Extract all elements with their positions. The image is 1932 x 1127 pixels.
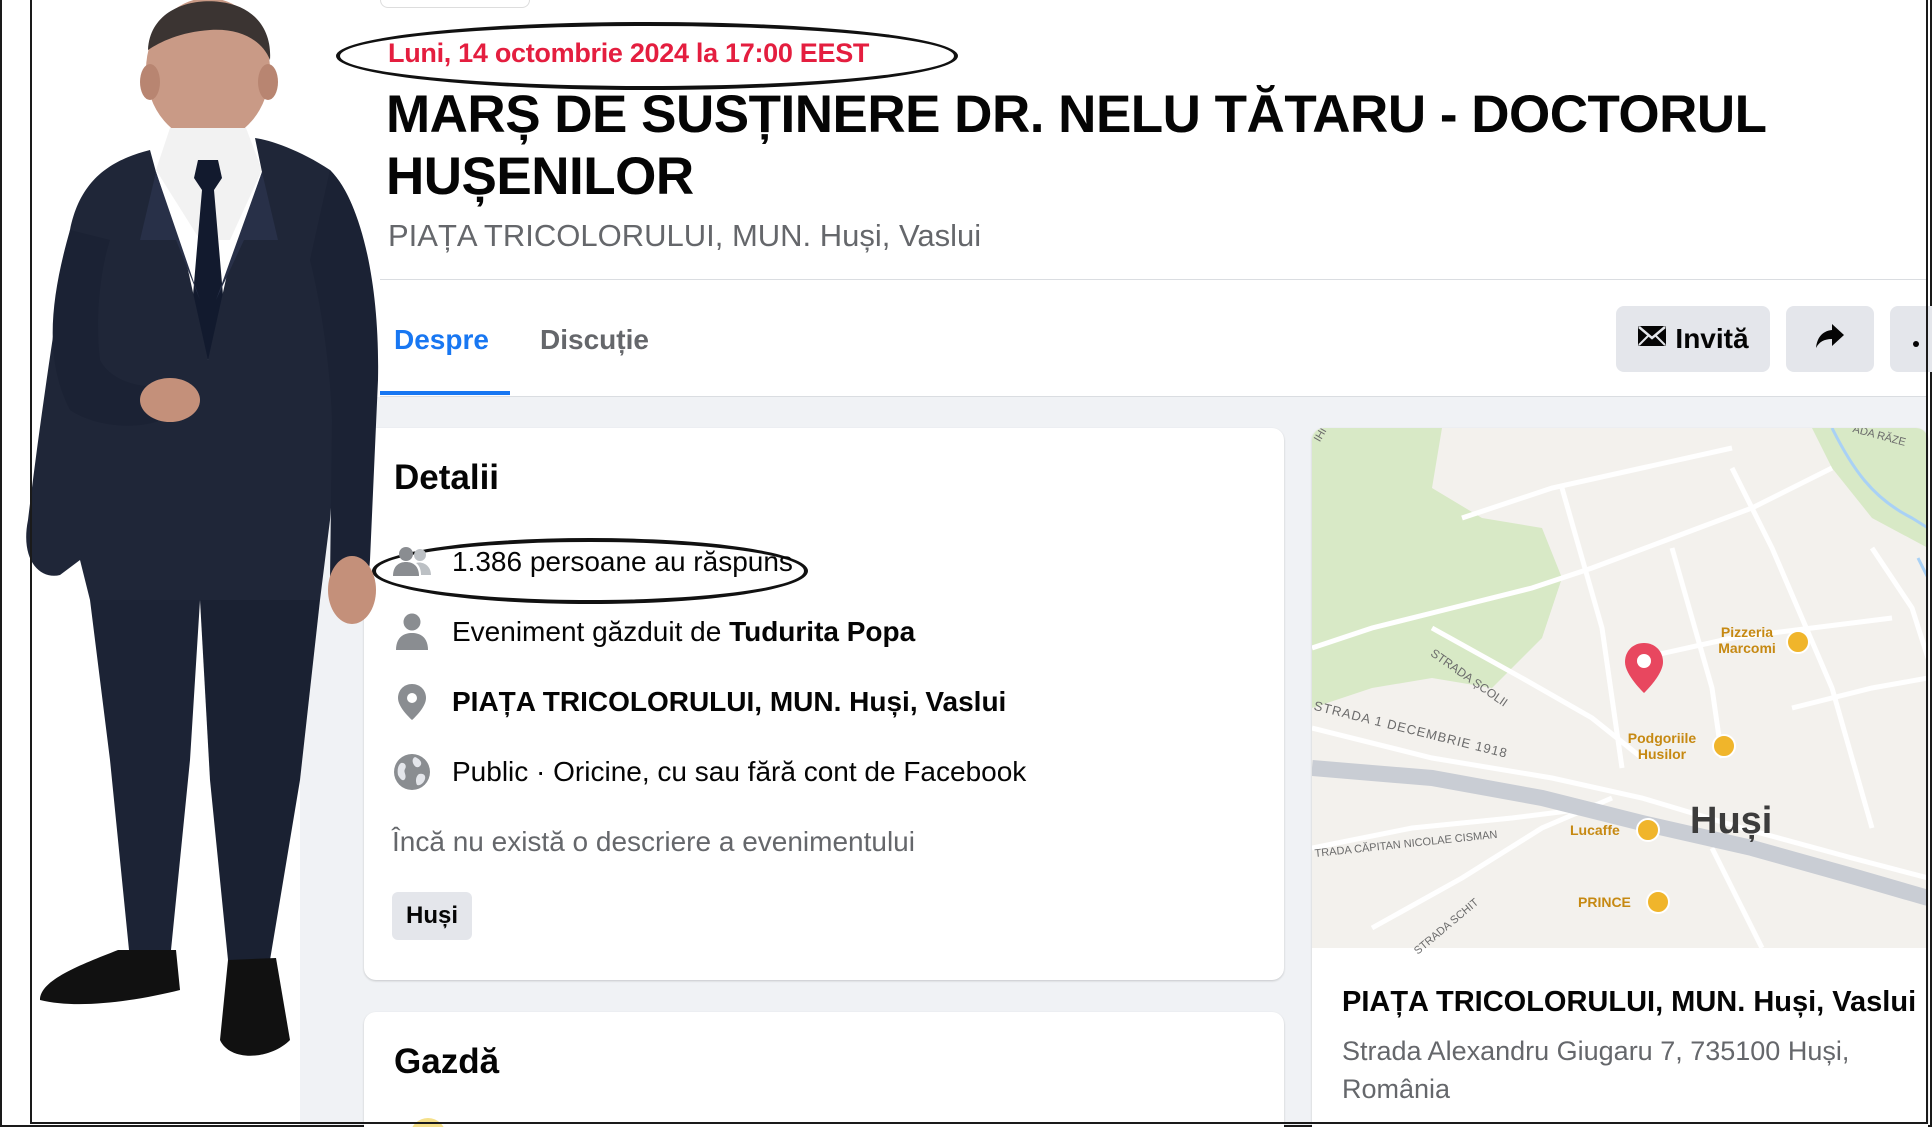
poi-label[interactable]: PRINCE	[1578, 894, 1631, 910]
map-pin-icon[interactable]	[1624, 642, 1664, 699]
privacy-row: Public · Oricine, cu sau fără cont de Fa…	[392, 752, 1026, 792]
share-button[interactable]	[1786, 306, 1874, 372]
responses-text: 1.386 persoane au răspuns	[452, 546, 793, 577]
person-photo	[0, 0, 400, 1085]
location-text: PIAȚA TRICOLORULUI, MUN. Huși, Vaslui	[452, 686, 1007, 717]
host-name-link[interactable]: Tudurita Popa	[729, 616, 915, 647]
privacy-text: Public · Oricine, cu sau fără cont de Fa…	[452, 756, 1027, 787]
map-location-address: Strada Alexandru Giugaru 7, 735100 Huși,…	[1342, 1036, 1850, 1104]
map-city-label: Huși	[1690, 800, 1773, 842]
invite-label: Invită	[1675, 323, 1749, 354]
more-options-button[interactable]	[1890, 306, 1932, 372]
event-location-subtitle[interactable]: PIAȚA TRICOLORULUI, MUN. Huși, Vaslui	[388, 218, 981, 254]
poi-label[interactable]: Lucaffe	[1570, 822, 1620, 838]
poi-label[interactable]: Pizzeria Marcomi	[1712, 624, 1782, 656]
host-prefix: Eveniment găzduit de	[452, 616, 730, 647]
restaurant-poi-icon[interactable]	[1712, 734, 1736, 758]
details-heading: Detalii	[394, 458, 500, 497]
details-card: Detalii 1.386 persoane au răspuns Evenim…	[364, 428, 1284, 980]
host-heading: Gazdă	[394, 1042, 500, 1081]
tag-husi[interactable]: Huși	[392, 892, 473, 940]
event-title: MARȘ DE SUSȚINERE DR. NELU TĂTARU - DOCT…	[386, 85, 1766, 206]
map-location-title[interactable]: PIAȚA TRICOLORULUI, MUN. Huși, Vaslui	[1342, 986, 1916, 1019]
location-row[interactable]: PIAȚA TRICOLORULUI, MUN. Huși, Vaslui	[392, 682, 1006, 722]
host-card: Gazdă	[364, 1012, 1284, 1127]
header-divider	[380, 279, 1928, 280]
tab-despre[interactable]: Despre	[394, 324, 489, 356]
host-avatar	[410, 1118, 446, 1127]
tab-discutie[interactable]: Discuție	[540, 324, 649, 356]
envelope-icon	[1637, 323, 1667, 355]
restaurant-poi-icon[interactable]	[1786, 630, 1810, 654]
map-view[interactable]: IHITESCU ADA RĂZE STRADA ȘCOLII STRADA 1…	[1312, 428, 1928, 957]
date-highlight-ellipse	[336, 22, 958, 90]
host-row: Eveniment găzduit de Tudurita Popa	[392, 612, 915, 652]
no-description-text: Încă nu există o descriere a evenimentul…	[392, 826, 915, 857]
cafe-poi-icon[interactable]	[1646, 890, 1670, 914]
invite-button[interactable]: Invită	[1616, 306, 1770, 372]
cafe-poi-icon[interactable]	[1636, 818, 1660, 842]
more-dots-icon	[1912, 323, 1922, 355]
poi-label[interactable]: Podgoriile Husilor	[1620, 730, 1704, 762]
responses-row[interactable]: 1.386 persoane au răspuns	[392, 542, 793, 582]
share-arrow-icon	[1815, 323, 1845, 356]
cover-photo-edge	[380, 0, 530, 8]
map-card[interactable]: IHITESCU ADA RĂZE STRADA ȘCOLII STRADA 1…	[1312, 428, 1928, 1127]
